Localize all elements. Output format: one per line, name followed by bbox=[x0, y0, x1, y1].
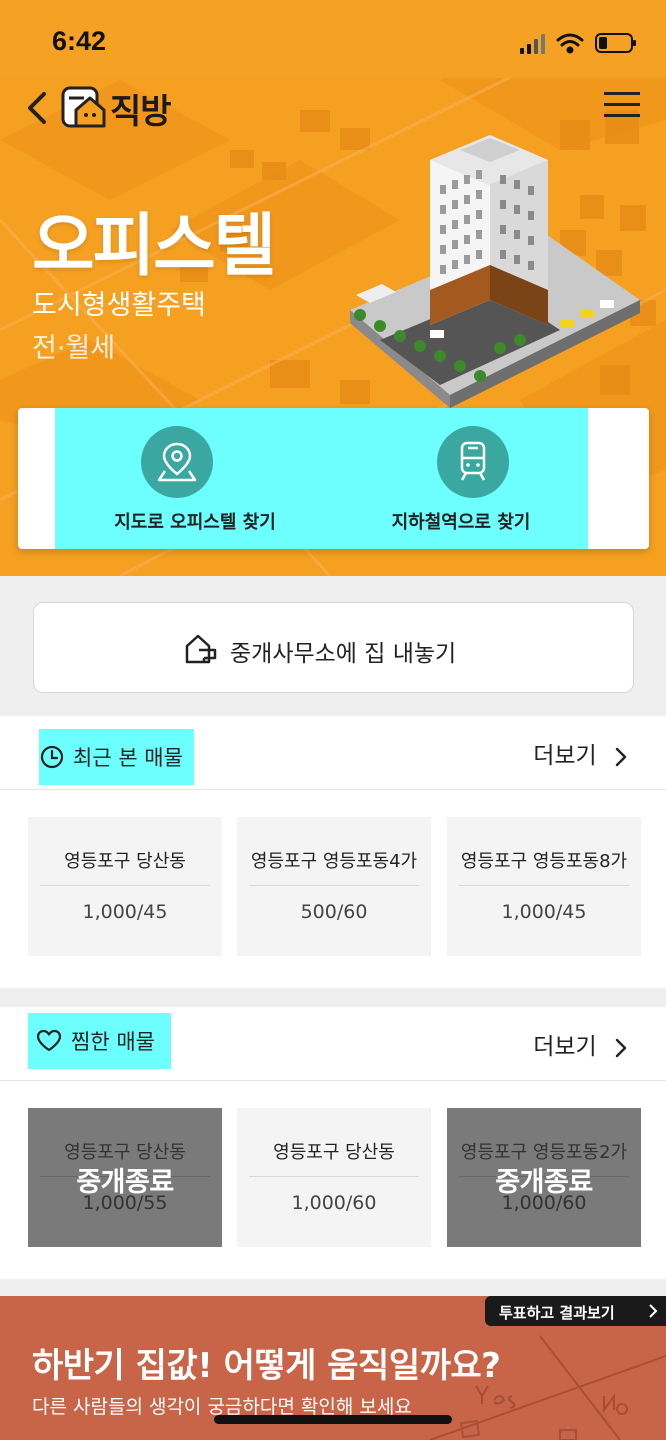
listing-price: 1,000/45 bbox=[82, 901, 168, 923]
banner-title: 하반기 집값! 어떻게 움직일까요? bbox=[32, 1346, 501, 1386]
chevron-right-icon bbox=[649, 1304, 658, 1318]
hero-title: 오피스텔 bbox=[32, 207, 276, 286]
logo-text: 직방 bbox=[110, 92, 172, 132]
wifi-icon bbox=[556, 33, 584, 54]
subway-search-button[interactable]: 지하철역으로 찾기 bbox=[334, 408, 588, 549]
divider bbox=[249, 1176, 419, 1177]
section-header: 찜한 매물 더보기 bbox=[0, 1007, 666, 1081]
closed-badge: 중개종료 bbox=[495, 1167, 593, 1198]
recent-title-text: 최근 본 매물 bbox=[73, 746, 183, 770]
favorite-cards: 영등포구 당산동 1,000/55 중개종료 영등포구 당산동 1,000/60… bbox=[0, 1108, 666, 1247]
listing-card[interactable]: 영등포구 영등포동2가 1,000/60 중개종료 bbox=[447, 1108, 641, 1247]
clock-icon bbox=[40, 745, 64, 769]
map-search-button[interactable]: 지도로 오피스텔 찾기 bbox=[55, 408, 335, 549]
divider bbox=[249, 885, 419, 886]
recent-cards: 영등포구 당산동 1,000/45 영등포구 영등포동4가 500/60 영등포… bbox=[0, 817, 666, 956]
house-register-icon bbox=[185, 634, 217, 664]
status-time: 6:42 bbox=[52, 26, 107, 56]
chevron-right-icon bbox=[615, 747, 627, 766]
menu-icon[interactable] bbox=[604, 92, 640, 118]
map-pin-icon bbox=[141, 426, 213, 498]
listing-location: 영등포구 당산동 bbox=[273, 1142, 395, 1163]
listing-card[interactable]: 영등포구 당산동 1,000/60 bbox=[237, 1108, 431, 1247]
search-card: 지도로 오피스텔 찾기 지하철역으로 찾기 bbox=[18, 408, 649, 549]
logo-icon bbox=[61, 86, 106, 128]
recent-title: 최근 본 매물 bbox=[39, 729, 194, 785]
more-label: 더보기 bbox=[533, 1034, 597, 1060]
listing-price: 500/60 bbox=[300, 901, 368, 923]
listing-card[interactable]: 영등포구 당산동 1,000/55 중개종료 bbox=[28, 1108, 222, 1247]
signal-icon bbox=[520, 34, 545, 54]
vote-result-button[interactable]: 투표하고 결과보기 bbox=[485, 1296, 666, 1326]
favorites-title: 찜한 매물 bbox=[28, 1013, 171, 1069]
hero-subtitle-1: 도시형생활주택 bbox=[32, 290, 206, 321]
recent-more-link[interactable]: 더보기 bbox=[533, 736, 628, 770]
closed-badge: 중개종료 bbox=[76, 1167, 174, 1198]
home-indicator[interactable] bbox=[214, 1415, 452, 1424]
listing-location: 영등포구 영등포동4가 bbox=[250, 851, 418, 872]
vote-result-label: 투표하고 결과보기 bbox=[499, 1304, 615, 1322]
listing-card[interactable]: 영등포구 영등포동4가 500/60 bbox=[237, 817, 431, 956]
listing-location: 영등포구 영등포동8가 bbox=[460, 851, 628, 872]
top-nav: 직방 bbox=[0, 80, 666, 136]
listing-location: 영등포구 당산동 bbox=[64, 851, 186, 872]
status-bar: 6:42 bbox=[0, 0, 666, 78]
map-search-label: 지도로 오피스텔 찾기 bbox=[114, 512, 276, 533]
register-listing-button[interactable]: 중개사무소에 집 내놓기 bbox=[33, 602, 634, 693]
battery-icon bbox=[595, 33, 636, 53]
heart-icon bbox=[36, 1029, 62, 1052]
more-label: 더보기 bbox=[533, 743, 597, 769]
listing-card[interactable]: 영등포구 당산동 1,000/45 bbox=[28, 817, 222, 956]
listing-price: 1,000/60 bbox=[291, 1192, 377, 1214]
subway-search-label: 지하철역으로 찾기 bbox=[391, 512, 531, 533]
hero-section: 6:42 직방 오피스텔 도시형생활주택 전·월세 지도로 오피스텔 찾기 지하… bbox=[0, 0, 666, 576]
back-icon[interactable] bbox=[24, 90, 50, 126]
divider bbox=[459, 885, 629, 886]
favorites-title-text: 찜한 매물 bbox=[71, 1030, 155, 1054]
favorites-more-link[interactable]: 더보기 bbox=[533, 1027, 628, 1061]
divider bbox=[40, 885, 210, 886]
chevron-right-icon bbox=[615, 1038, 627, 1057]
listing-price: 1,000/45 bbox=[501, 901, 587, 923]
favorite-listings-section: 찜한 매물 더보기 영등포구 당산동 1,000/55 중개종료 영등포구 당산… bbox=[0, 1007, 666, 1279]
listing-card[interactable]: 영등포구 영등포동8가 1,000/45 bbox=[447, 817, 641, 956]
status-icons bbox=[520, 33, 636, 54]
hero-subtitle-2: 전·월세 bbox=[32, 333, 116, 364]
recent-listings-section: 최근 본 매물 더보기 영등포구 당산동 1,000/45 영등포구 영등포동4… bbox=[0, 716, 666, 988]
register-label: 중개사무소에 집 내놓기 bbox=[230, 641, 457, 667]
train-icon bbox=[437, 426, 509, 498]
section-header: 최근 본 매물 더보기 bbox=[0, 716, 666, 790]
